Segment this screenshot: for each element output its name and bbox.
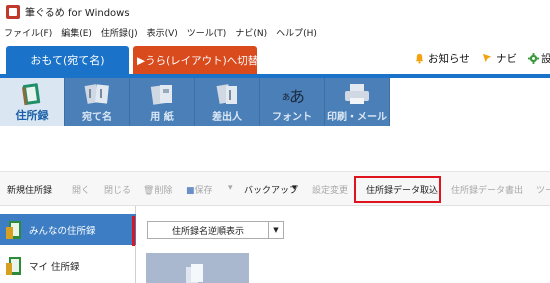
settings-change-button[interactable]: 設定変更 — [312, 183, 348, 196]
feature-ribbon: 住所録 宛て名 用 紙 差出人 ぁ あ フォント 印刷・メール — [0, 78, 390, 126]
ribbon-paper[interactable]: 用 紙 — [130, 78, 195, 126]
floppy-icon: ■ — [186, 186, 195, 196]
menu-address-book[interactable]: 住所録(J) — [101, 26, 138, 39]
address-book-label: みんなの住所録 — [29, 225, 96, 237]
ribbon-print-mail[interactable]: 印刷・メール — [325, 78, 390, 126]
backup-button[interactable]: バックアップ — [244, 183, 298, 196]
address-book-item-mine[interactable]: マイ 住所録 — [0, 250, 136, 281]
navi-label: ナビ — [496, 53, 517, 65]
ribbon-label: 印刷・メール — [327, 112, 387, 123]
notice-link[interactable]: お知らせ — [414, 51, 470, 66]
ribbon-label: フォント — [272, 112, 312, 123]
sort-order-select[interactable]: 住所録名逆順表示 ▼ — [147, 221, 284, 239]
export-address-data-button[interactable]: 住所録データ書出 — [451, 183, 523, 196]
documents-icon — [186, 264, 203, 283]
menu-tools[interactable]: ツール(T) — [187, 26, 227, 39]
address-toolbar: 新規住所録 開く 閉じる 🗑削除 ■保存 ▾ バックアップ ▾ 設定変更 住所録… — [0, 171, 550, 206]
save-label: 保存 — [194, 186, 213, 196]
menu-edit[interactable]: 編集(E) — [61, 26, 92, 39]
sender-icon — [216, 84, 237, 104]
menu-file[interactable]: ファイル(F) — [4, 26, 52, 39]
printer-icon — [345, 84, 369, 104]
save-dropdown-icon[interactable]: ▾ — [228, 183, 233, 193]
open-button[interactable]: 開く — [72, 183, 90, 196]
address-book-label: マイ 住所録 — [29, 261, 80, 273]
ribbon-label: 用 紙 — [150, 112, 174, 123]
ribbon-sender[interactable]: 差出人 — [195, 78, 260, 126]
ribbon-font[interactable]: ぁ あ フォント — [260, 78, 325, 126]
cursor-icon — [482, 53, 492, 63]
ribbon-empty — [390, 78, 550, 126]
selection-marker — [132, 216, 135, 246]
delete-button[interactable]: 🗑削除 — [143, 183, 172, 196]
font-icon: ぁ あ — [281, 87, 305, 106]
empty-band — [0, 126, 550, 171]
paper-icon — [150, 85, 172, 105]
settings-label: 設 — [541, 53, 550, 65]
ribbon-label: 宛て名 — [82, 112, 112, 123]
tab-front-address[interactable]: おもて(宛て名) — [6, 46, 129, 74]
save-button[interactable]: ■保存 — [186, 183, 213, 196]
chevron-down-icon: ▼ — [273, 226, 279, 234]
menu-view[interactable]: 表示(V) — [147, 26, 178, 39]
title-bar: 筆ぐるめ for Windows — [0, 0, 550, 23]
mode-tab-row: おもて(宛て名) ▶うら(レイアウト)へ切替 お知らせ ナビ 設 — [0, 41, 550, 78]
ribbon-label: 住所録 — [15, 109, 49, 122]
address-book-icon — [21, 83, 41, 106]
address-book-card[interactable] — [146, 253, 249, 283]
settings-link[interactable]: 設 — [528, 51, 550, 66]
ribbon-address-book[interactable]: 住所録 — [0, 78, 65, 126]
tab-switch-back-layout[interactable]: ▶うら(レイアウト)へ切替 — [133, 46, 258, 74]
delete-label: 削除 — [154, 186, 173, 196]
close-button[interactable]: 閉じる — [104, 183, 131, 196]
address-book-list: みんなの住所録 マイ 住所録 — [0, 206, 136, 283]
sort-order-value: 住所録名逆順表示 — [148, 222, 269, 238]
tool-button[interactable]: ツー — [536, 183, 550, 196]
new-address-book-button[interactable]: 新規住所録 — [7, 183, 52, 196]
gear-icon — [528, 53, 539, 64]
address-label-icon — [84, 84, 109, 104]
ribbon-address-label[interactable]: 宛て名 — [65, 78, 130, 126]
menu-navi[interactable]: ナビ(N) — [235, 26, 267, 39]
bell-icon — [415, 53, 424, 64]
svg-text:あ: あ — [289, 87, 305, 106]
backup-dropdown-icon[interactable]: ▾ — [292, 183, 297, 193]
ribbon-label: 差出人 — [212, 112, 242, 123]
import-highlight-box — [354, 176, 441, 203]
address-book-item-shared[interactable]: みんなの住所録 — [0, 214, 136, 245]
menu-help[interactable]: ヘルプ(H) — [276, 26, 317, 39]
menu-bar: ファイル(F) 編集(E) 住所録(J) 表示(V) ツール(T) ナビ(N) … — [0, 23, 550, 41]
window-title: 筆ぐるめ for Windows — [25, 8, 130, 19]
trash-icon: 🗑 — [143, 186, 155, 196]
navi-link[interactable]: ナビ — [482, 51, 517, 66]
address-book-icon — [6, 256, 21, 275]
address-book-icon — [6, 220, 21, 239]
app-icon — [6, 4, 20, 19]
notice-label: お知らせ — [428, 53, 470, 65]
